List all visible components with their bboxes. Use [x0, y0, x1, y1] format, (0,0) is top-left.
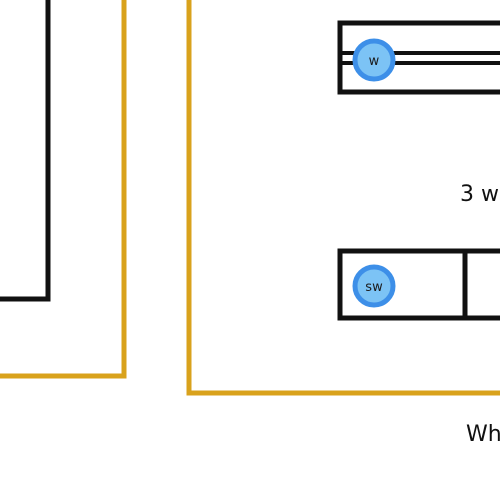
switch-sw-label: sw: [365, 280, 383, 295]
wh-label: Wh: [466, 422, 500, 447]
right-wall-outline: [186, 0, 500, 396]
switch-w-icon[interactable]: w: [352, 38, 396, 82]
left-box-outline: [0, 0, 51, 302]
diagram-canvas: w sw: [0, 0, 500, 396]
switch-w-label: w: [369, 54, 380, 69]
three-way-label: 3 w: [460, 182, 499, 207]
switch-sw-icon[interactable]: sw: [352, 264, 396, 308]
left-wall-outline: [0, 0, 127, 379]
